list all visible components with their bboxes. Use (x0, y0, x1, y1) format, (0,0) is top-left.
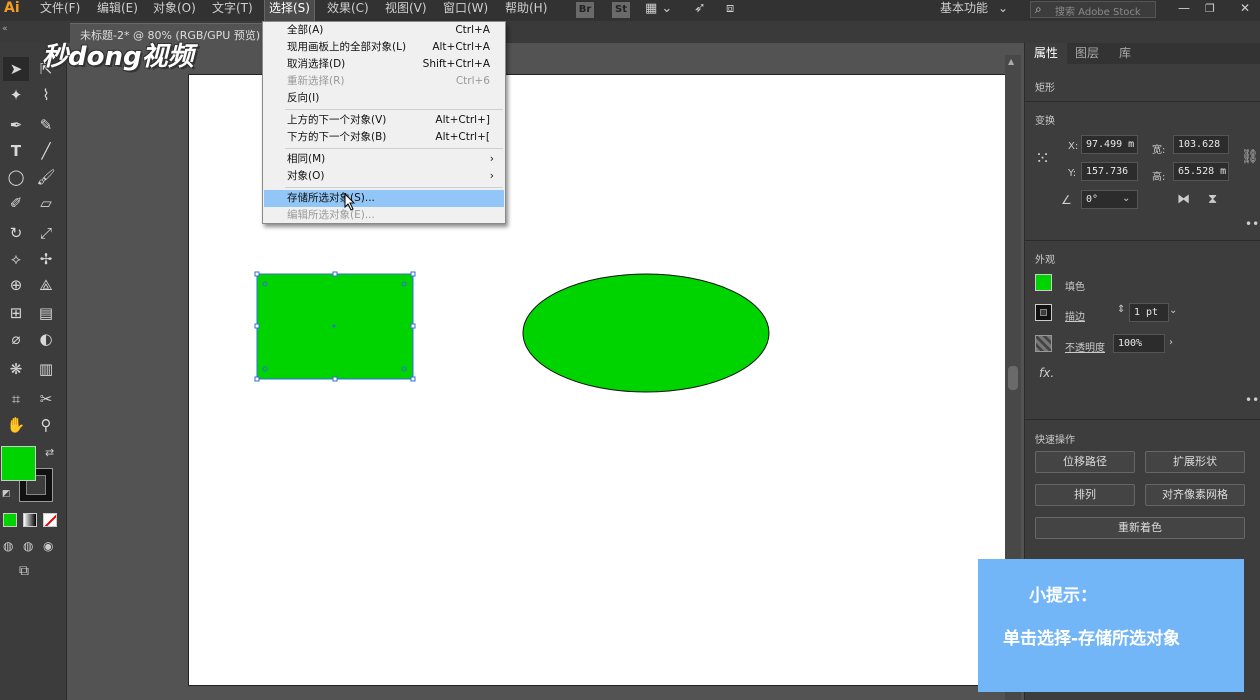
offset-path-button[interactable]: 位移路径 (1035, 451, 1135, 473)
transform-section-title: 变换 (1035, 116, 1055, 127)
x-label: X: (1068, 141, 1079, 152)
tip-body: 单击选择-存储所选对象 (1003, 629, 1181, 649)
x-position-field[interactable]: 97.499 m (1081, 135, 1138, 154)
tab-properties[interactable]: 属性 (1025, 43, 1067, 64)
menu-item-same[interactable]: 相同(M) › (264, 151, 504, 168)
chevron-right-icon: › (489, 153, 494, 165)
reference-point-icon[interactable]: ⁙ (1035, 148, 1050, 169)
flip-horizontal-icon[interactable]: ⧓ (1177, 192, 1190, 207)
more-options-icon[interactable]: ••• (1245, 393, 1260, 407)
y-position-field[interactable]: 157.736 (1081, 162, 1138, 181)
chevron-right-icon[interactable]: › (1169, 337, 1173, 348)
center-point (332, 324, 336, 328)
more-options-icon[interactable]: ••• (1245, 217, 1260, 231)
effects-fx-icon[interactable]: fx. (1039, 366, 1054, 380)
scrollbar-thumb[interactable] (1008, 366, 1018, 390)
tip-overlay: 小提示： 单击选择-存储所选对象 (978, 559, 1244, 692)
opacity-label[interactable]: 不透明度 (1065, 339, 1105, 354)
menu-item-reselect: 重新选择(R) Ctrl+6 (287, 75, 490, 87)
menu-item-inverse[interactable]: 反向(I) (264, 90, 504, 107)
tab-layers[interactable]: 图层 (1075, 43, 1099, 64)
stroke-label[interactable]: 描边 (1065, 308, 1085, 323)
recolor-button[interactable]: 重新着色 (1035, 517, 1245, 539)
stroke-swatch[interactable] (1035, 304, 1052, 321)
constrain-proportions-icon[interactable]: ⛓ (1241, 149, 1259, 165)
stroke-stepper-icon[interactable]: ⇕ (1117, 304, 1125, 315)
scroll-up-icon[interactable]: ▲ (1008, 57, 1014, 66)
tab-libraries[interactable]: 库 (1119, 43, 1131, 64)
width-field[interactable]: 103.628 (1173, 135, 1229, 154)
menu-item-next-object-below[interactable]: 下方的下一个对象(B) Alt+Ctrl+[ (264, 129, 504, 146)
fill-label: 填色 (1065, 282, 1085, 293)
height-field[interactable]: 65.528 m (1173, 162, 1229, 181)
select-menu-dropdown: 全部(A) Ctrl+A 现用画板上的全部对象(L) Alt+Ctrl+A 取消选择… (262, 21, 506, 224)
opacity-icon[interactable] (1035, 335, 1052, 352)
object-type-label: 矩形 (1035, 83, 1055, 94)
menu-item-select-all-on-artboard[interactable]: 现用画板上的全部对象(L) Alt+Ctrl+A (264, 39, 504, 56)
green-ellipse[interactable] (522, 273, 770, 393)
width-label: 宽: (1152, 145, 1166, 156)
menu-item-select-all[interactable]: 全部(A) Ctrl+A (264, 22, 504, 39)
quick-actions-title: 快速操作 (1035, 435, 1075, 446)
chevron-down-icon[interactable]: ⌄ (1169, 305, 1177, 316)
opacity-field[interactable]: 100% (1113, 334, 1165, 353)
watermark-logo: 秒dong视频 (42, 42, 194, 72)
menu-item-deselect[interactable]: 取消选择(D) Shift+Ctrl+A (264, 56, 504, 73)
menu-item-object[interactable]: 对象(O) › (264, 168, 504, 185)
chevron-down-icon[interactable]: ⌄ (1122, 193, 1130, 204)
expand-shape-button[interactable]: 扩展形状 (1145, 451, 1245, 473)
appearance-section-title: 外观 (1035, 255, 1055, 266)
arrange-button[interactable]: 排列 (1035, 484, 1135, 506)
chevron-right-icon: › (489, 170, 494, 182)
tip-title: 小提示： (1029, 586, 1097, 606)
menu-item-next-object-above[interactable]: 上方的下一个对象(V) Alt+Ctrl+] (264, 112, 504, 129)
stroke-weight-field[interactable]: 1 pt (1129, 303, 1169, 322)
mouse-cursor-icon (344, 193, 356, 211)
menu-item-save-selection[interactable]: 存储所选对象(S)... (264, 190, 504, 207)
angle-icon: ∠ (1061, 193, 1072, 207)
height-label: 高: (1152, 172, 1166, 183)
menu-item-edit-selection: 编辑所选对象(E)... (287, 209, 375, 221)
align-pixel-grid-button[interactable]: 对齐像素网格 (1145, 484, 1245, 506)
y-label: Y: (1068, 168, 1077, 179)
fill-swatch[interactable] (1035, 274, 1052, 291)
flip-vertical-icon[interactable]: ⧗ (1208, 192, 1217, 207)
